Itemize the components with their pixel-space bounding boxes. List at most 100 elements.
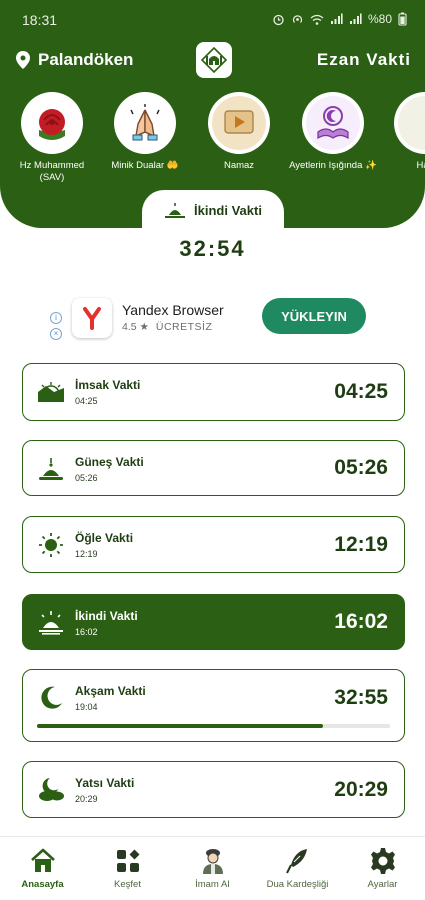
stories-carousel[interactable]: Hz Muhammed (SAV) Minik Dualar 🤲 Namaz A… (0, 92, 425, 192)
countdown-timer: 32:54 (179, 236, 246, 261)
nav-home[interactable]: Anasayfa (0, 845, 85, 890)
ad-close-icon[interactable]: × (50, 328, 62, 340)
prayer-time-small: 16:02 (75, 627, 98, 637)
story-label: Hz Muhammed (SAV) (19, 160, 85, 183)
nav-dua-kardesligi[interactable]: Dua Kardeşliği (255, 845, 340, 890)
video-icon (212, 96, 266, 150)
sun-icon (36, 532, 66, 558)
bottom-navigation: Anasayfa Keşfet İmam AI Dua Kardeşliği A… (0, 836, 425, 900)
story-minik-dualar[interactable]: Minik Dualar 🤲 (100, 92, 190, 172)
prayer-card-yatsi[interactable]: Yatsı Vakti 20:29 20:29 (22, 761, 405, 818)
nav-kesfet[interactable]: Keşfet (85, 845, 170, 890)
current-prayer-label: İkindi Vakti (194, 202, 262, 218)
prayer-progress-bar (37, 724, 390, 728)
story-avatar (21, 92, 83, 154)
crescent-icon (36, 685, 66, 711)
imam-icon (170, 845, 255, 877)
prayer-card-ogle[interactable]: Öğle Vakti 12:19 12:19 (22, 516, 405, 573)
prayer-time: 16:02 (334, 610, 388, 633)
story-label: Hay (416, 160, 425, 171)
current-prayer-tab: İkindi Vakti (142, 190, 284, 230)
location-selector[interactable]: Palandöken (16, 50, 133, 70)
afternoon-icon (165, 203, 186, 218)
prayer-progress-fill (37, 724, 323, 728)
story-namaz[interactable]: Namaz (194, 92, 284, 172)
app-header: Palandöken Ezan Vakti (0, 40, 425, 84)
quill-icon (255, 845, 340, 877)
prayer-name: Yatsı Vakti (75, 776, 135, 790)
ad-rating: 4.5 ★ (122, 321, 149, 333)
nav-label: Anasayfa (21, 879, 64, 890)
story-avatar (208, 92, 270, 154)
mosque-logo-icon (200, 46, 228, 74)
story-avatar (114, 92, 176, 154)
prayer-time: 32:55 (334, 686, 388, 709)
app-logo (196, 42, 232, 78)
story-avatar (394, 92, 425, 154)
ad-info-icon[interactable]: i (50, 312, 62, 324)
status-time: 18:31 (22, 12, 58, 28)
app-title: Ezan Vakti (316, 50, 411, 69)
prayer-card-ikindi[interactable]: İkindi Vakti 16:02 16:02 (22, 594, 405, 650)
praying-hands-icon (118, 96, 172, 150)
prayer-time: 12:19 (334, 533, 388, 556)
prayer-time-small: 19:04 (75, 702, 98, 712)
ad-banner[interactable]: i × Yandex Browser 4.5 ★ ÜCRETSİZ YÜKLEY… (48, 290, 378, 346)
prayer-time-small: 12:19 (75, 549, 98, 559)
prayer-time: 20:29 (334, 778, 388, 801)
quran-icon (306, 96, 360, 150)
prayer-time-small: 20:29 (75, 794, 98, 804)
story-ayetlerin-isiginda[interactable]: Ayetlerin Işığında ✨ (288, 92, 378, 172)
alarm-icon (273, 14, 284, 25)
prayer-name: Güneş Vakti (75, 455, 144, 469)
nav-label: Dua Kardeşliği (266, 879, 329, 890)
ad-price: ÜCRETSİZ (155, 321, 213, 333)
prayer-card-gunes[interactable]: Güneş Vakti 05:26 05:26 (22, 440, 405, 496)
night-clouds-icon (36, 777, 66, 803)
story-icon (398, 96, 425, 150)
prayer-time-small: 05:26 (75, 473, 98, 483)
nav-imam-ai[interactable]: İmam AI (170, 845, 255, 890)
prayer-name: İmsak Vakti (75, 378, 141, 392)
yandex-logo-icon (72, 298, 112, 338)
story-hay[interactable]: Hay (380, 92, 425, 172)
nav-label: Ayarlar (367, 879, 398, 890)
wifi-icon (310, 14, 324, 25)
mosque-sun-icon (36, 456, 66, 482)
battery-text: %80 (367, 12, 392, 26)
prayer-time-small: 04:25 (75, 396, 98, 406)
story-label: Minik Dualar 🤲 (111, 160, 179, 171)
prayer-card-aksam[interactable]: Akşam Vakti 19:04 32:55 (22, 669, 405, 742)
story-hz-muhammed[interactable]: Hz Muhammed (SAV) (7, 92, 97, 184)
status-icons: %80 (272, 12, 407, 26)
prayer-time: 04:25 (334, 380, 388, 403)
prayer-name: İkindi Vakti (75, 609, 138, 623)
story-label: Namaz (223, 160, 255, 171)
location-label: Palandöken (38, 50, 134, 69)
hotspot-icon (292, 14, 303, 23)
status-bar: 18:31 %80 (0, 0, 425, 40)
afternoon-icon (36, 610, 66, 636)
ad-subtitle: 4.5 ★ ÜCRETSİZ (122, 321, 212, 333)
prayer-name: Akşam Vakti (75, 684, 146, 698)
gear-icon (340, 845, 425, 877)
nav-label: Keşfet (114, 879, 141, 890)
nav-label: İmam AI (195, 879, 230, 890)
ad-title: Yandex Browser (122, 302, 224, 318)
battery-icon (398, 12, 407, 26)
grid-icon (85, 845, 170, 877)
prayer-card-imsak[interactable]: İmsak Vakti 04:25 04:25 (22, 363, 405, 421)
nav-ayarlar[interactable]: Ayarlar (340, 845, 425, 890)
location-pin-icon (16, 51, 30, 69)
story-label: Ayetlerin Işığında ✨ (289, 160, 377, 171)
home-icon (0, 845, 85, 877)
dawn-icon (36, 379, 66, 405)
ad-install-button[interactable]: YÜKLEYIN (262, 298, 366, 334)
signal-icon (330, 13, 343, 24)
story-avatar (302, 92, 364, 154)
signal-icon-2 (349, 13, 362, 24)
rose-icon (25, 96, 79, 150)
prayer-name: Öğle Vakti (75, 531, 134, 545)
ad-badges: i × (50, 312, 62, 340)
prayer-time: 05:26 (334, 456, 388, 479)
